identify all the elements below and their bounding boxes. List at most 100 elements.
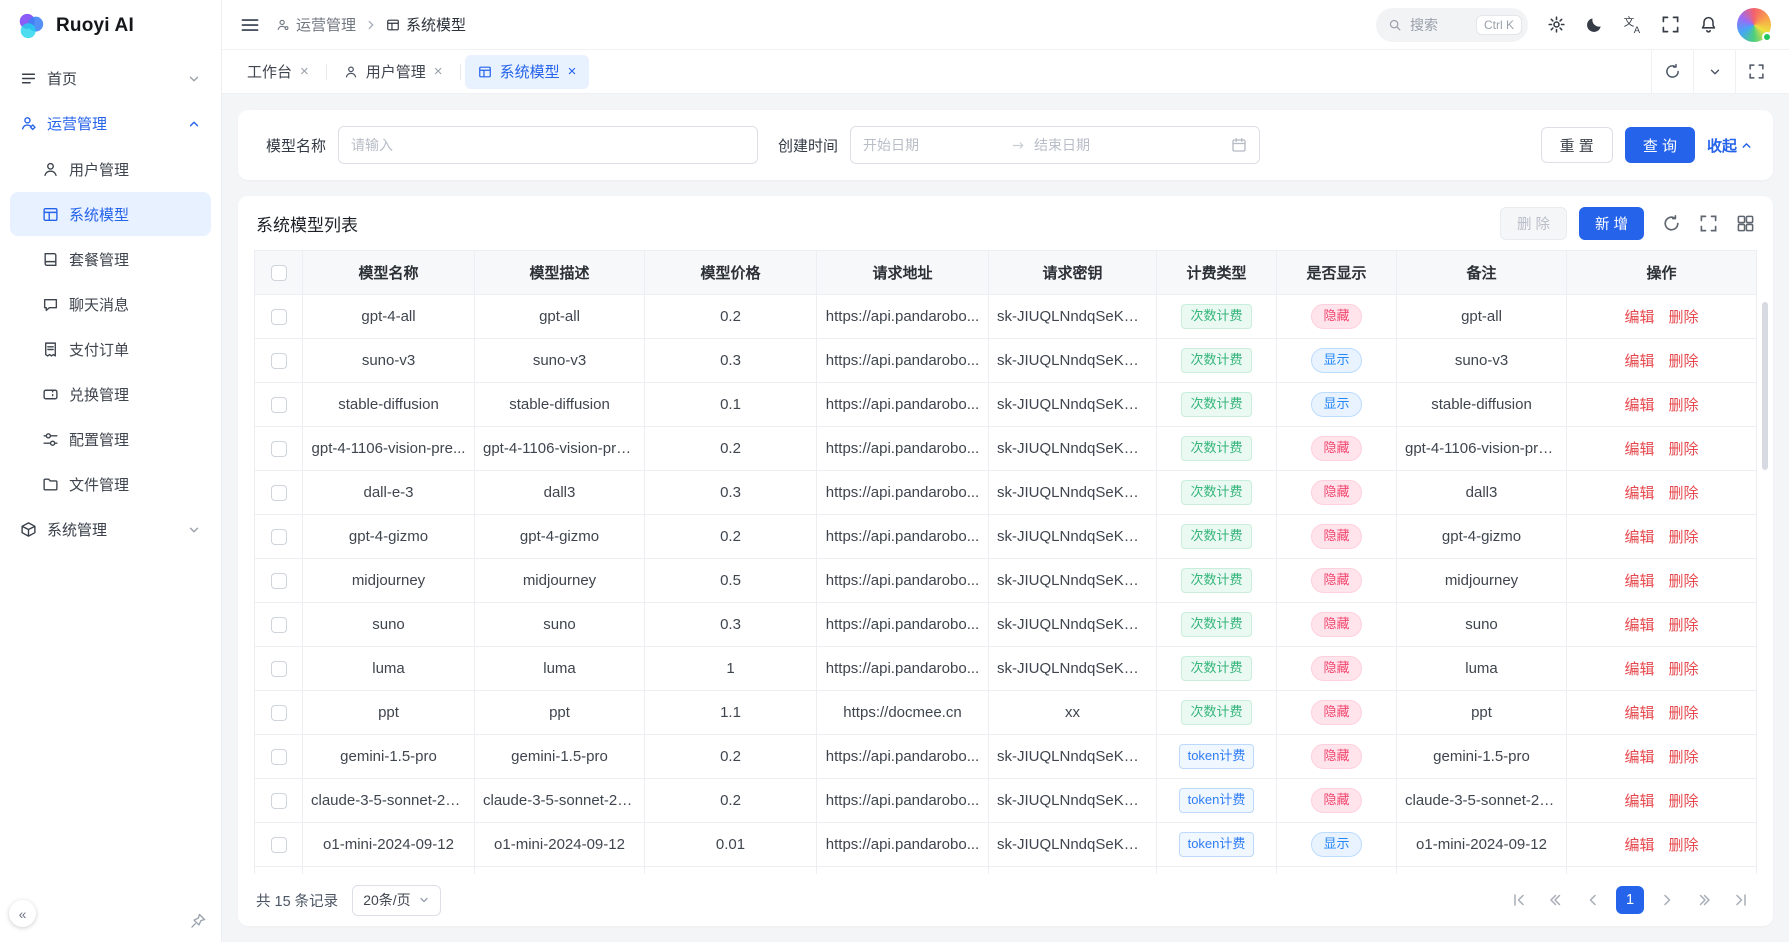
row-checkbox[interactable]	[271, 397, 287, 413]
vertical-scrollbar-thumb[interactable]	[1762, 302, 1768, 470]
table-row[interactable]: ppt ppt 1.1 https://docmee.cn xx 次数计费 隐藏…	[255, 691, 1757, 735]
sidebar-item-user-management[interactable]: 用户管理	[10, 147, 211, 191]
tabs-menu-button[interactable]	[1693, 50, 1735, 93]
sidebar-group-operations[interactable]: 运营管理	[10, 101, 211, 146]
start-date-input[interactable]	[863, 137, 1003, 153]
edit-link[interactable]: 编辑	[1624, 485, 1654, 502]
dark-mode-moon-icon[interactable]	[1585, 15, 1604, 34]
translate-icon[interactable]: 文A	[1623, 15, 1642, 34]
table-row[interactable]: gpt-4-all gpt-all 0.2 https://api.pandar…	[255, 295, 1757, 339]
sidebar-collapse-button[interactable]: «	[9, 900, 36, 927]
breadcrumb-operations[interactable]: 运营管理	[276, 14, 356, 35]
refresh-tab-button[interactable]	[1651, 50, 1693, 93]
row-checkbox[interactable]	[271, 661, 287, 677]
row-checkbox[interactable]	[271, 353, 287, 369]
add-button[interactable]: 新 增	[1579, 207, 1644, 240]
sidebar-item-system-model[interactable]: 系统模型	[10, 192, 211, 236]
row-checkbox[interactable]	[271, 573, 287, 589]
sidebar-item-chat-messages[interactable]: 聊天消息	[10, 282, 211, 326]
table-row[interactable]	[255, 867, 1757, 875]
global-search[interactable]: 搜索 Ctrl K	[1376, 8, 1528, 42]
sidebar-item-package-management[interactable]: 套餐管理	[10, 237, 211, 281]
query-button[interactable]: 查 询	[1625, 127, 1695, 163]
delete-link[interactable]: 删除	[1669, 793, 1699, 810]
next-page-button[interactable]	[1653, 886, 1681, 914]
prev-group-button[interactable]	[1542, 886, 1570, 914]
edit-link[interactable]: 编辑	[1624, 441, 1654, 458]
row-checkbox[interactable]	[271, 617, 287, 633]
edit-link[interactable]: 编辑	[1624, 661, 1654, 678]
delete-link[interactable]: 删除	[1669, 837, 1699, 854]
table-row[interactable]: o1-mini-2024-09-12 o1-mini-2024-09-12 0.…	[255, 823, 1757, 867]
table-row[interactable]: stable-diffusion stable-diffusion 0.1 ht…	[255, 383, 1757, 427]
sidebar-item-exchange-management[interactable]: 兑换管理	[10, 372, 211, 416]
sidebar-item-file-management[interactable]: 文件管理	[10, 462, 211, 506]
delete-link[interactable]: 删除	[1669, 705, 1699, 722]
table-row[interactable]: dall-e-3 dall3 0.3 https://api.pandarobo…	[255, 471, 1757, 515]
settings-gear-icon[interactable]	[1547, 15, 1566, 34]
table-row[interactable]: suno-v3 suno-v3 0.3 https://api.pandarob…	[255, 339, 1757, 383]
table-row[interactable]: luma luma 1 https://api.pandarobo... sk-…	[255, 647, 1757, 691]
edit-link[interactable]: 编辑	[1624, 749, 1654, 766]
delete-link[interactable]: 删除	[1669, 353, 1699, 370]
sidebar-item-payment-orders[interactable]: 支付订单	[10, 327, 211, 371]
select-all-checkbox[interactable]	[271, 265, 287, 281]
close-icon[interactable]: ×	[300, 64, 309, 79]
tab-system-model[interactable]: 系统模型 ×	[465, 55, 590, 89]
prev-page-button[interactable]	[1579, 886, 1607, 914]
model-name-input[interactable]	[338, 126, 758, 164]
row-checkbox[interactable]	[271, 485, 287, 501]
table-row[interactable]: suno suno 0.3 https://api.pandarobo... s…	[255, 603, 1757, 647]
row-checkbox[interactable]	[271, 441, 287, 457]
sidebar-toggle-icon[interactable]	[240, 15, 260, 35]
row-checkbox[interactable]	[271, 837, 287, 853]
row-checkbox[interactable]	[271, 793, 287, 809]
delete-link[interactable]: 删除	[1669, 617, 1699, 634]
delete-link[interactable]: 删除	[1669, 749, 1699, 766]
table-row[interactable]: gpt-4-gizmo gpt-4-gizmo 0.2 https://api.…	[255, 515, 1757, 559]
close-icon[interactable]: ×	[568, 64, 577, 79]
page-size-select[interactable]: 20条/页	[352, 885, 440, 916]
sidebar-item-home[interactable]: 首页	[10, 56, 211, 101]
current-page-button[interactable]: 1	[1616, 886, 1644, 914]
reset-button[interactable]: 重 置	[1541, 127, 1613, 163]
edit-link[interactable]: 编辑	[1624, 309, 1654, 326]
table-row[interactable]: midjourney midjourney 0.5 https://api.pa…	[255, 559, 1757, 603]
date-range-picker[interactable]	[850, 126, 1260, 164]
delete-link[interactable]: 删除	[1669, 661, 1699, 678]
brand[interactable]: Ruoyi AI	[0, 0, 221, 52]
delete-link[interactable]: 删除	[1669, 441, 1699, 458]
sidebar-group-system[interactable]: 系统管理	[10, 507, 211, 552]
edit-link[interactable]: 编辑	[1624, 705, 1654, 722]
row-checkbox[interactable]	[271, 705, 287, 721]
next-group-button[interactable]	[1690, 886, 1718, 914]
row-checkbox[interactable]	[271, 309, 287, 325]
sidebar-item-config-management[interactable]: 配置管理	[10, 417, 211, 461]
close-icon[interactable]: ×	[434, 64, 443, 79]
edit-link[interactable]: 编辑	[1624, 793, 1654, 810]
delete-link[interactable]: 删除	[1669, 397, 1699, 414]
row-checkbox[interactable]	[271, 529, 287, 545]
delete-button[interactable]: 删 除	[1500, 207, 1567, 240]
delete-link[interactable]: 删除	[1669, 485, 1699, 502]
collapse-filter-link[interactable]: 收起	[1707, 135, 1753, 156]
table-fullscreen-icon[interactable]	[1699, 214, 1718, 233]
tab-user-management[interactable]: 用户管理 ×	[331, 55, 456, 89]
tab-workbench[interactable]: 工作台 ×	[234, 55, 322, 89]
breadcrumb-system-model[interactable]: 系统模型	[386, 14, 466, 35]
notification-bell-icon[interactable]	[1699, 15, 1718, 34]
edit-link[interactable]: 编辑	[1624, 397, 1654, 414]
pin-icon[interactable]	[189, 912, 207, 930]
edit-link[interactable]: 编辑	[1624, 617, 1654, 634]
edit-link[interactable]: 编辑	[1624, 573, 1654, 590]
delete-link[interactable]: 删除	[1669, 309, 1699, 326]
table-row[interactable]: claude-3-5-sonnet-20... claude-3-5-sonne…	[255, 779, 1757, 823]
end-date-input[interactable]	[1034, 137, 1174, 153]
fullscreen-icon[interactable]	[1661, 15, 1680, 34]
table-row[interactable]: gemini-1.5-pro gemini-1.5-pro 0.2 https:…	[255, 735, 1757, 779]
column-settings-icon[interactable]	[1736, 214, 1755, 233]
delete-link[interactable]: 删除	[1669, 529, 1699, 546]
table-row[interactable]: gpt-4-1106-vision-pre... gpt-4-1106-visi…	[255, 427, 1757, 471]
first-page-button[interactable]	[1505, 886, 1533, 914]
user-avatar[interactable]	[1737, 8, 1771, 42]
